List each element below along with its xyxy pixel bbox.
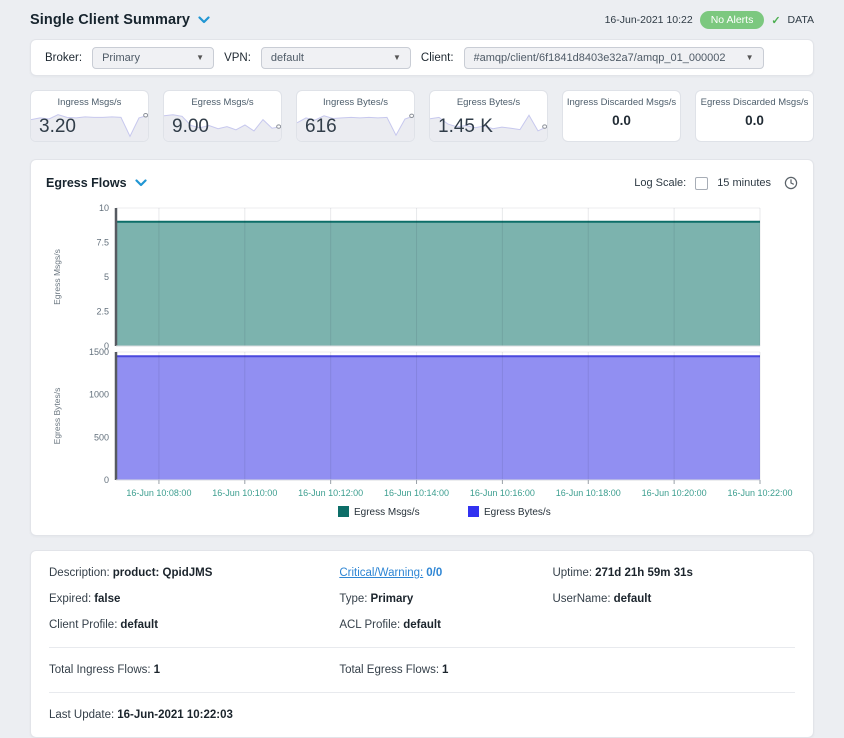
detail-type: Type:Primary	[339, 593, 552, 605]
svg-text:0: 0	[104, 475, 109, 485]
stat-label: Ingress Bytes/s	[297, 97, 414, 108]
svg-text:500: 500	[94, 432, 109, 442]
stat-card-egress-bytes: Egress Bytes/s 1.45 K	[429, 90, 548, 142]
chevron-down-icon	[135, 179, 147, 187]
detail-total-egress-flows: Total Egress Flows:1	[339, 664, 552, 676]
clock-icon[interactable]	[784, 176, 798, 190]
details-row: Last Update:16-Jun-2021 10:22:03	[49, 702, 795, 728]
page-title: Single Client Summary	[30, 12, 190, 28]
chart-controls: Log Scale: 15 minutes	[634, 176, 798, 190]
stat-card-egress-msgs: Egress Msgs/s 9.00	[163, 90, 282, 142]
svg-text:16-Jun 10:10:00: 16-Jun 10:10:00	[212, 488, 277, 498]
details-section-main: Description:product: QpidJMS Critical/Wa…	[49, 551, 795, 647]
chart-title: Egress Flows	[46, 176, 127, 190]
svg-text:7.5: 7.5	[96, 238, 109, 248]
broker-select[interactable]: Primary ▼	[92, 47, 214, 69]
detail-total-ingress-flows: Total Ingress Flows:1	[49, 664, 339, 676]
stat-cards-row: Ingress Msgs/s 3.20 Egress Msgs/s 9.00 I…	[30, 90, 814, 142]
stat-card-ingress-msgs: Ingress Msgs/s 3.20	[30, 90, 149, 142]
svg-text:10: 10	[99, 203, 109, 213]
client-details-panel: Description:product: QpidJMS Critical/Wa…	[30, 550, 814, 738]
client-select-value: #amqp/client/6f1841d8403e32a7/amqp_01_00…	[474, 52, 726, 64]
detail-username: UserName:default	[552, 593, 795, 605]
log-scale-label: Log Scale:	[634, 177, 686, 189]
alerts-status-badge[interactable]: No Alerts	[700, 11, 765, 29]
stat-value: 0.0	[563, 113, 680, 128]
details-section-flows: Total Ingress Flows:1 Total Egress Flows…	[49, 647, 795, 692]
svg-text:16-Jun 10:12:00: 16-Jun 10:12:00	[298, 488, 363, 498]
detail-critical-warning-link[interactable]: Critical/Warning:0/0	[339, 567, 552, 579]
stat-label: Ingress Msgs/s	[31, 97, 148, 108]
svg-text:1500: 1500	[89, 347, 109, 357]
detail-expired: Expired:false	[49, 593, 339, 605]
data-indicator-label: DATA	[788, 14, 814, 26]
stat-value: 0.0	[696, 113, 813, 128]
detail-description: Description:product: QpidJMS	[49, 567, 339, 579]
details-section-last-update: Last Update:16-Jun-2021 10:22:03	[49, 692, 795, 737]
stat-value: 616	[305, 116, 337, 138]
caret-down-icon: ▼	[393, 53, 401, 62]
stat-value: 3.20	[39, 116, 76, 138]
chart-title-dropdown[interactable]: Egress Flows	[46, 176, 147, 190]
chevron-down-icon	[198, 16, 210, 24]
chart-header: Egress Flows Log Scale: 15 minutes	[46, 172, 798, 194]
details-row: Expired:false Type:Primary UserName:defa…	[49, 586, 795, 612]
client-select[interactable]: #amqp/client/6f1841d8403e32a7/amqp_01_00…	[464, 47, 764, 69]
top-bar: Single Client Summary 16-Jun-2021 10:22 …	[30, 8, 814, 32]
vpn-select[interactable]: default ▼	[261, 47, 411, 69]
log-scale-checkbox[interactable]	[695, 177, 708, 190]
egress-flows-chart: 02.557.510Egress Msgs/s050010001500Egres…	[46, 200, 798, 529]
svg-text:16-Jun 10:14:00: 16-Jun 10:14:00	[384, 488, 449, 498]
detail-acl-profile: ACL Profile:default	[339, 619, 552, 631]
single-client-summary-page: Single Client Summary 16-Jun-2021 10:22 …	[0, 0, 844, 704]
details-row: Client Profile:default ACL Profile:defau…	[49, 612, 795, 638]
broker-select-value: Primary	[102, 52, 140, 64]
svg-text:16-Jun 10:16:00: 16-Jun 10:16:00	[470, 488, 535, 498]
svg-text:Egress Bytes/s: Egress Bytes/s	[484, 507, 551, 518]
svg-text:Egress Msgs/s: Egress Msgs/s	[354, 507, 420, 518]
stat-card-ingress-bytes: Ingress Bytes/s 616	[296, 90, 415, 142]
page-title-dropdown[interactable]: Single Client Summary	[30, 12, 210, 28]
client-label: Client:	[421, 52, 454, 64]
egress-flows-panel: Egress Flows Log Scale: 15 minutes 0 2.5 5…	[30, 159, 814, 536]
filter-bar: Broker: Primary ▼ VPN: default ▼ Client:…	[30, 39, 814, 76]
stat-value: 1.45 K	[438, 116, 493, 138]
header-timestamp: 16-Jun-2021 10:22	[605, 14, 693, 26]
stat-label: Egress Msgs/s	[164, 97, 281, 108]
svg-text:1000: 1000	[89, 390, 109, 400]
stat-label: Egress Discarded Msgs/s	[696, 97, 813, 108]
svg-text:16-Jun 10:22:00: 16-Jun 10:22:00	[727, 488, 792, 498]
svg-text:16-Jun 10:08:00: 16-Jun 10:08:00	[126, 488, 191, 498]
vpn-select-value: default	[271, 52, 304, 64]
stat-label: Ingress Discarded Msgs/s	[563, 97, 680, 108]
stat-value: 9.00	[172, 116, 209, 138]
vpn-label: VPN:	[224, 52, 251, 64]
svg-text:16-Jun 10:18:00: 16-Jun 10:18:00	[556, 488, 621, 498]
caret-down-icon: ▼	[196, 53, 204, 62]
stat-card-ingress-discarded: Ingress Discarded Msgs/s 0.0	[562, 90, 681, 142]
detail-last-update: Last Update:16-Jun-2021 10:22:03	[49, 709, 795, 721]
svg-text:Egress Msgs/s: Egress Msgs/s	[52, 249, 62, 305]
broker-label: Broker:	[45, 52, 82, 64]
details-row: Description:product: QpidJMS Critical/Wa…	[49, 560, 795, 586]
svg-text:5: 5	[104, 272, 109, 282]
svg-text:2.5: 2.5	[96, 307, 109, 317]
details-row: Total Ingress Flows:1 Total Egress Flows…	[49, 657, 795, 683]
svg-text:Egress Bytes/s: Egress Bytes/s	[52, 388, 62, 445]
time-range-selector[interactable]: 15 minutes	[717, 177, 771, 189]
svg-text:16-Jun 10:20:00: 16-Jun 10:20:00	[642, 488, 707, 498]
stat-label: Egress Bytes/s	[430, 97, 547, 108]
detail-uptime: Uptime:271d 21h 59m 31s	[552, 567, 795, 579]
data-check-icon: ✓	[771, 14, 780, 27]
detail-client-profile: Client Profile:default	[49, 619, 339, 631]
header-status-area: 16-Jun-2021 10:22 No Alerts ✓ DATA	[605, 11, 814, 29]
stat-card-egress-discarded: Egress Discarded Msgs/s 0.0	[695, 90, 814, 142]
caret-down-icon: ▼	[746, 53, 754, 62]
